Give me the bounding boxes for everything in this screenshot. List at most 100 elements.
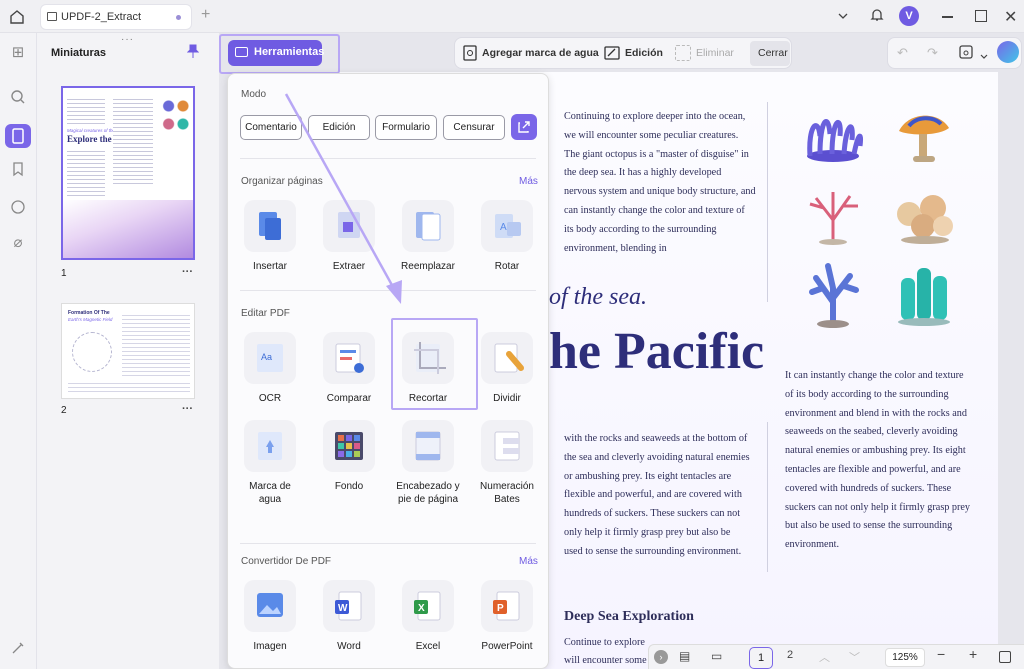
coral-image: [889, 106, 959, 166]
tool-imagen[interactable]: Imagen: [234, 580, 306, 653]
prev-page-icon[interactable]: ︿: [819, 649, 830, 665]
organizar-more-link[interactable]: Más: [519, 176, 538, 187]
bookmark-icon[interactable]: [8, 161, 28, 181]
powerpoint-convert-icon: P: [481, 580, 533, 632]
page-1-button[interactable]: 1: [749, 647, 773, 669]
thumbnails-icon[interactable]: [5, 124, 31, 148]
document-tab-icon: [47, 12, 57, 21]
tool-ocr[interactable]: Aa OCR: [234, 332, 306, 405]
tool-excel[interactable]: X Excel: [392, 580, 464, 653]
separator: [240, 543, 536, 544]
edicion-button[interactable]: Edición: [625, 47, 663, 59]
rotate-pages-icon: A: [481, 200, 533, 252]
maximize-icon[interactable]: [975, 10, 987, 22]
tool-word[interactable]: W Word: [313, 580, 385, 653]
close-icon[interactable]: ✕: [1004, 7, 1017, 27]
tool-label: Marca de agua: [249, 481, 291, 505]
tool-label: Encabezado y pie de página: [396, 481, 460, 505]
redo-icon[interactable]: ↷: [927, 45, 938, 61]
doc-paragraph-4-line1: Continue to explore: [564, 637, 645, 648]
save-chevron-icon[interactable]: [980, 48, 988, 66]
thumb1-sea-image: [63, 200, 193, 258]
add-watermark-button[interactable]: Agregar marca de agua: [482, 47, 599, 59]
word-convert-icon: W: [323, 580, 375, 632]
collapse-arrow-icon[interactable]: ›: [654, 650, 668, 664]
doc-section-heading: Deep Sea Exploration: [564, 609, 694, 624]
thumb1-more-button[interactable]: ···: [182, 266, 193, 278]
thumb2-text-block: [68, 380, 190, 394]
thumb1-text-block: [113, 96, 153, 186]
herramientas-button[interactable]: Herramientas: [228, 40, 324, 66]
page-thumbnail-1[interactable]: Magical creatures of the sea. Explore th…: [61, 86, 195, 260]
minimize-icon[interactable]: [942, 16, 953, 18]
title-bar: UPDF-2_Extract + V ✕: [0, 0, 1024, 33]
tool-label: Dividir: [493, 393, 521, 404]
tool-label: Rotar: [494, 261, 520, 272]
mode-censurar-button[interactable]: Censurar: [443, 115, 505, 140]
thumb1-text-block: [67, 96, 105, 124]
next-page-icon[interactable]: ﹀: [849, 649, 860, 665]
chevron-down-icon[interactable]: [837, 9, 849, 27]
thumb2-more-button[interactable]: ···: [182, 403, 193, 415]
tool-fondo[interactable]: Fondo: [313, 420, 385, 493]
thumb1-coral-images: [159, 94, 191, 134]
svg-text:A: A: [500, 222, 507, 233]
toolbox-icon: [235, 47, 248, 57]
ai-assistant-icon[interactable]: [997, 41, 1019, 63]
thumb2-heading: Formation Of The: [68, 310, 110, 316]
thumb2-page-number: 2: [61, 405, 67, 416]
tool-encabezado[interactable]: Encabezado y pie de página: [392, 420, 464, 506]
page-2-button[interactable]: 2: [787, 649, 793, 661]
coral-image: [798, 184, 868, 246]
settings-icon[interactable]: [8, 640, 28, 660]
new-tab-plus-icon[interactable]: +: [201, 7, 210, 23]
document-tab[interactable]: UPDF-2_Extract: [40, 4, 192, 30]
tool-label: Numeración Bates: [480, 481, 534, 505]
doc-paragraph-4-line2: will encounter some: [564, 655, 647, 666]
undo-icon[interactable]: ↶: [897, 45, 908, 61]
convertidor-more-link[interactable]: Más: [519, 556, 538, 567]
zoom-level-field[interactable]: 125%: [885, 648, 925, 667]
comment-icon[interactable]: [8, 199, 28, 219]
eliminar-button[interactable]: Eliminar: [696, 47, 734, 59]
thumb2-subheading: Earth's Magnetic Field: [68, 317, 113, 322]
page-thumbnail-2[interactable]: Formation Of The Earth's Magnetic Field: [61, 303, 195, 399]
watermark-tool-icon: [244, 420, 296, 472]
presentation-icon[interactable]: ▭: [711, 649, 722, 663]
bell-icon[interactable]: [869, 7, 885, 28]
zoom-in-icon[interactable]: +: [969, 646, 977, 662]
svg-text:Aa: Aa: [261, 352, 272, 362]
coral-image: [798, 258, 868, 330]
edit-icon: [604, 45, 620, 66]
pin-icon[interactable]: [186, 43, 200, 64]
column-divider: [767, 102, 768, 302]
fit-page-icon[interactable]: [999, 651, 1011, 663]
attachment-icon[interactable]: ⌀: [8, 233, 28, 253]
home-icon[interactable]: [9, 9, 25, 27]
watermark-icon: [463, 45, 477, 66]
open-external-button[interactable]: [511, 114, 537, 140]
tool-comparar[interactable]: Comparar: [313, 332, 385, 405]
page-view-icon[interactable]: ▤: [679, 649, 690, 663]
tool-powerpoint[interactable]: P PowerPoint: [471, 580, 543, 653]
tool-rotar[interactable]: A Rotar: [471, 200, 543, 273]
svg-text:P: P: [497, 603, 504, 614]
tool-label: OCR: [258, 393, 282, 404]
zoom-out-icon[interactable]: −: [937, 646, 945, 662]
thumb2-diagram: [72, 332, 112, 372]
tool-marca-de-agua[interactable]: Marca de agua: [234, 420, 306, 506]
tool-numeracion-bates[interactable]: Numeración Bates: [471, 420, 543, 506]
search-icon[interactable]: [8, 89, 28, 109]
left-icon-rail: ⊞ ⌀: [0, 33, 37, 669]
grid-view-icon[interactable]: ⊞: [8, 43, 28, 63]
tool-label: Imagen: [253, 641, 287, 652]
avatar[interactable]: V: [899, 6, 919, 26]
drag-handle-icon[interactable]: ···: [121, 34, 134, 45]
save-icon[interactable]: [959, 45, 973, 64]
document-tab-title: UPDF-2_Extract: [61, 11, 142, 23]
tool-label: Fondo: [334, 481, 364, 492]
thumb1-text-block: [67, 148, 105, 198]
doc-paragraph-1: Continuing to explore deeper into the oc…: [564, 111, 756, 254]
tool-dividir[interactable]: Dividir: [471, 332, 543, 405]
cerrar-button[interactable]: Cerrar: [758, 47, 788, 59]
